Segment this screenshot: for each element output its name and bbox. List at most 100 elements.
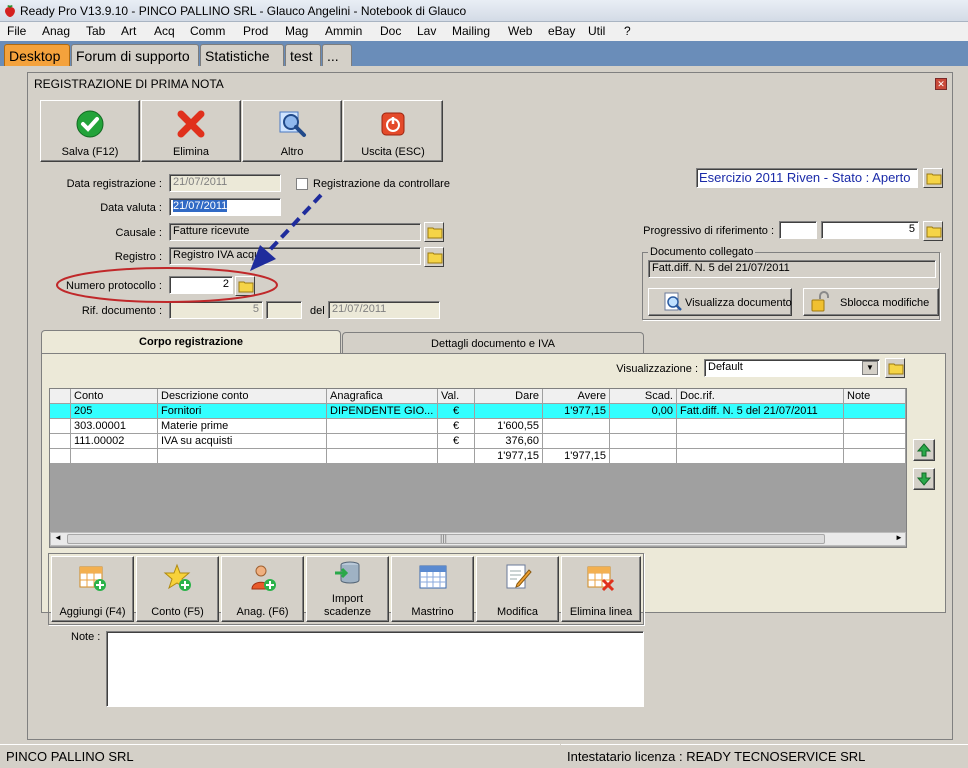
- table-cell[interactable]: 376,60: [475, 434, 543, 449]
- menu-lav[interactable]: Lav: [417, 24, 436, 38]
- table-cell[interactable]: 303.00001: [71, 419, 158, 434]
- table-cell[interactable]: [71, 449, 158, 464]
- menu-comm[interactable]: Comm: [190, 24, 225, 38]
- mastrino-label: Mastrino: [411, 606, 454, 618]
- col-header-docrif[interactable]: Doc.rif.: [677, 389, 844, 404]
- table-cell[interactable]: 0,00: [610, 404, 677, 419]
- col-header-dare[interactable]: Dare: [475, 389, 543, 404]
- table-cell[interactable]: 1'977,15: [543, 404, 610, 419]
- table-cell[interactable]: [327, 449, 438, 464]
- visualizza-documento-button[interactable]: Visualizza documento: [648, 288, 792, 316]
- table-cell[interactable]: [438, 449, 475, 464]
- move-down-button[interactable]: [913, 468, 935, 490]
- menu-web[interactable]: Web: [508, 24, 532, 38]
- table-cell[interactable]: [327, 419, 438, 434]
- table-cell[interactable]: €: [438, 404, 475, 419]
- table-cell[interactable]: IVA su acquisti: [158, 434, 327, 449]
- table-cell[interactable]: 111.00002: [71, 434, 158, 449]
- menu-util[interactable]: Util: [588, 24, 605, 38]
- table-cell[interactable]: 1'977,15: [475, 449, 543, 464]
- menu-doc[interactable]: Doc: [380, 24, 401, 38]
- row-indicator[interactable]: [50, 434, 71, 449]
- table-cell[interactable]: [844, 434, 906, 449]
- table-cell[interactable]: [158, 449, 327, 464]
- menu-ammin[interactable]: Ammin: [325, 24, 362, 38]
- row-indicator[interactable]: [50, 449, 71, 464]
- anag-button[interactable]: Anag. (F6): [221, 556, 304, 622]
- table-cell[interactable]: [677, 419, 844, 434]
- visualizzazione-select[interactable]: Default: [704, 359, 880, 377]
- tab-dettagli-documento[interactable]: Dettagli documento e IVA: [342, 332, 644, 354]
- row-indicator[interactable]: [50, 419, 71, 434]
- tab-more[interactable]: ...: [322, 44, 352, 66]
- conto-button[interactable]: Conto (F5): [136, 556, 219, 622]
- col-header-avere[interactable]: Avere: [543, 389, 610, 404]
- elimina-linea-button[interactable]: Elimina linea: [561, 556, 641, 622]
- modifica-button[interactable]: Modifica: [476, 556, 559, 622]
- table-cell[interactable]: [327, 434, 438, 449]
- progressivo-field[interactable]: 5: [821, 221, 919, 239]
- tab-corpo-registrazione[interactable]: Corpo registrazione: [41, 330, 341, 354]
- mastrino-button[interactable]: Mastrino: [391, 556, 474, 622]
- table-cell[interactable]: Fatt.diff. N. 5 del 21/07/2011: [677, 404, 844, 419]
- table-cell[interactable]: Fornitori: [158, 404, 327, 419]
- table-cell[interactable]: [610, 434, 677, 449]
- col-header-conto[interactable]: Conto: [71, 389, 158, 404]
- table-cell[interactable]: [610, 419, 677, 434]
- sblocca-modifiche-button[interactable]: Sblocca modifiche: [803, 288, 939, 316]
- col-header-note[interactable]: Note: [844, 389, 906, 404]
- calendar-grid-icon: [419, 565, 446, 589]
- tab-statistiche[interactable]: Statistiche: [200, 44, 284, 66]
- table-cell[interactable]: 205: [71, 404, 158, 419]
- table-cell[interactable]: €: [438, 434, 475, 449]
- table-cell[interactable]: DIPENDENTE GIO...: [327, 404, 438, 419]
- menu-help[interactable]: ?: [624, 24, 631, 38]
- table-cell[interactable]: [844, 419, 906, 434]
- move-up-button[interactable]: [913, 439, 935, 461]
- menu-anag[interactable]: Anag: [42, 24, 70, 38]
- progressivo-prefix-field[interactable]: [779, 221, 817, 239]
- scroll-thumb[interactable]: |||: [67, 533, 825, 544]
- table-cell[interactable]: 1'600,55: [475, 419, 543, 434]
- note-label: Note :: [71, 631, 101, 643]
- table-cell[interactable]: [610, 449, 677, 464]
- table-cell[interactable]: [844, 449, 906, 464]
- visualizzazione-folder-button[interactable]: [885, 358, 905, 378]
- esercizio-folder-button[interactable]: [923, 168, 943, 188]
- col-header-anagrafica[interactable]: Anagrafica: [327, 389, 438, 404]
- scroll-right-icon[interactable]: ►: [895, 533, 903, 542]
- tab-desktop[interactable]: Desktop: [4, 44, 70, 66]
- menu-acq[interactable]: Acq: [154, 24, 175, 38]
- menu-art[interactable]: Art: [121, 24, 136, 38]
- tab-test[interactable]: test: [285, 44, 321, 66]
- chevron-down-icon[interactable]: ▼: [862, 361, 878, 375]
- table-cell[interactable]: [475, 404, 543, 419]
- table-cell[interactable]: Materie prime: [158, 419, 327, 434]
- menu-ebay[interactable]: eBay: [548, 24, 575, 38]
- menu-tab[interactable]: Tab: [86, 24, 105, 38]
- table-cell[interactable]: [677, 449, 844, 464]
- col-header-descrizione[interactable]: Descrizione conto: [158, 389, 327, 404]
- col-header-val[interactable]: Val.: [438, 389, 475, 404]
- col-header-scad[interactable]: Scad.: [610, 389, 677, 404]
- table-cell[interactable]: [844, 404, 906, 419]
- menu-mailing[interactable]: Mailing: [452, 24, 490, 38]
- tab-forum[interactable]: Forum di supporto: [71, 44, 199, 66]
- menu-prod[interactable]: Prod: [243, 24, 268, 38]
- table-cell[interactable]: [543, 434, 610, 449]
- progressivo-folder-button[interactable]: [923, 221, 943, 241]
- table-cell[interactable]: [543, 419, 610, 434]
- table-cell[interactable]: [677, 434, 844, 449]
- table-cell[interactable]: €: [438, 419, 475, 434]
- row-indicator[interactable]: [50, 404, 71, 419]
- menu-mag[interactable]: Mag: [285, 24, 308, 38]
- menu-file[interactable]: File: [7, 24, 26, 38]
- note-textarea[interactable]: [106, 631, 644, 707]
- scroll-left-icon[interactable]: ◄: [54, 533, 62, 542]
- import-scadenze-button[interactable]: Import scadenze: [306, 556, 389, 622]
- table-cell[interactable]: 1'977,15: [543, 449, 610, 464]
- aggiungi-button[interactable]: Aggiungi (F4): [51, 556, 134, 622]
- grid-horizontal-scrollbar[interactable]: ◄ ||| ►: [50, 532, 906, 546]
- strawberry-icon: [5, 5, 15, 17]
- star-add-icon: [163, 563, 191, 591]
